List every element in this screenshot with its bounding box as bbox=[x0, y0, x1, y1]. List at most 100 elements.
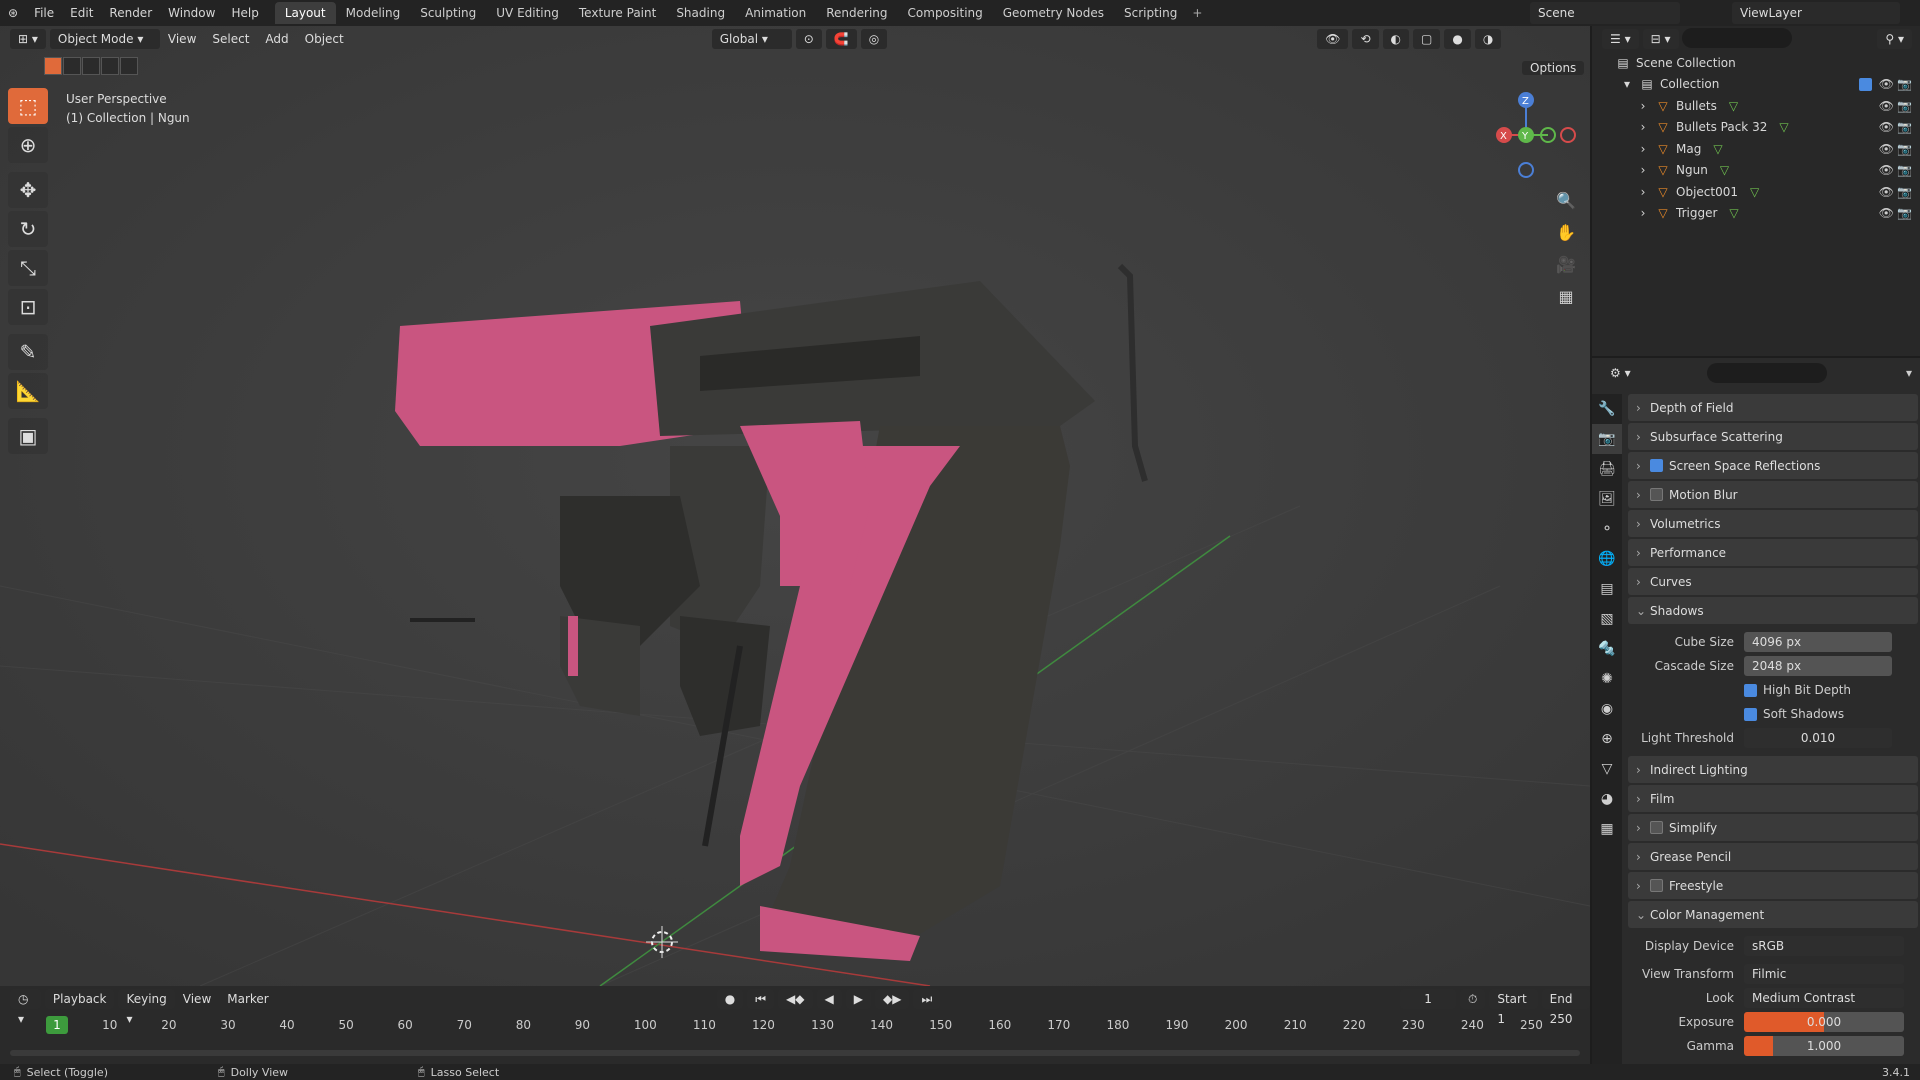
tab-rendering[interactable]: Rendering bbox=[816, 2, 897, 24]
orientation-selector[interactable]: Global ▾ bbox=[711, 29, 792, 49]
jump-start-icon[interactable]: ⏮ bbox=[747, 989, 775, 1009]
panel-curves[interactable]: › Curves bbox=[1628, 568, 1918, 595]
cursor-icon[interactable]: ⊕ bbox=[8, 127, 48, 163]
mesh-data-icon[interactable]: ▽ bbox=[1779, 120, 1788, 134]
xray-icon[interactable]: ▢ bbox=[1413, 29, 1441, 49]
tool-tab-icon[interactable]: 🔧 bbox=[1592, 394, 1622, 424]
panel-indirect-lighting[interactable]: › Indirect Lighting bbox=[1628, 756, 1918, 783]
blender-logo-icon[interactable]: ⊛ bbox=[0, 0, 26, 26]
panel-grease-pencil[interactable]: › Grease Pencil bbox=[1628, 843, 1918, 870]
texture-tab-icon[interactable]: ▦ bbox=[1592, 814, 1622, 844]
view-layer-selector[interactable]: ViewLayer bbox=[1732, 2, 1900, 24]
scale-icon[interactable]: ⤡ bbox=[8, 250, 48, 286]
data-tab-icon[interactable]: ▽ bbox=[1592, 754, 1622, 784]
play-icon[interactable]: ▶ bbox=[845, 989, 871, 1009]
render-tab-icon[interactable]: 📷 bbox=[1592, 424, 1622, 454]
material-tab-icon[interactable]: ◕ bbox=[1592, 784, 1622, 814]
tab-sculpting[interactable]: Sculpting bbox=[410, 2, 486, 24]
3d-viewport[interactable] bbox=[0, 26, 1590, 986]
timeline-view-menu[interactable]: View bbox=[175, 989, 219, 1009]
world-tab-icon[interactable]: 🌐 bbox=[1592, 544, 1622, 574]
freestyle-checkbox[interactable] bbox=[1650, 879, 1663, 892]
menu-view[interactable]: View bbox=[160, 29, 204, 49]
select-subtract-icon[interactable] bbox=[82, 57, 100, 75]
expand-arrow-icon[interactable]: › bbox=[1636, 185, 1650, 199]
camera-icon[interactable]: 📷 bbox=[1897, 142, 1912, 156]
menu-file[interactable]: File bbox=[26, 0, 62, 26]
cube-size-dropdown[interactable]: 4096 px bbox=[1744, 632, 1892, 652]
tab-scripting[interactable]: Scripting bbox=[1114, 2, 1187, 24]
timeline-editor-icon[interactable]: ◷ ▾ bbox=[10, 989, 41, 1026]
marker-menu[interactable]: Marker bbox=[219, 989, 276, 1009]
expand-arrow-icon[interactable]: › bbox=[1636, 142, 1650, 156]
editor-type-icon[interactable]: ⊞ ▾ bbox=[10, 29, 46, 49]
camera-icon[interactable]: 📷 bbox=[1897, 77, 1912, 91]
end-frame-field[interactable]: End 250 bbox=[1541, 989, 1590, 1026]
menu-object[interactable]: Object bbox=[297, 29, 352, 49]
outliner-item[interactable]: › ▽ Bullets Pack 32 ▽ 👁 📷 bbox=[1592, 117, 1920, 139]
mesh-data-icon[interactable]: ▽ bbox=[1729, 99, 1738, 113]
particles-tab-icon[interactable]: ✺ bbox=[1592, 664, 1622, 694]
collection-checkbox[interactable] bbox=[1859, 77, 1872, 91]
object-tab-icon[interactable]: ▧ bbox=[1592, 604, 1622, 634]
outliner-item[interactable]: › ▽ Object001 ▽ 👁 📷 bbox=[1592, 181, 1920, 203]
proportional-edit-icon[interactable]: ◎ bbox=[860, 29, 888, 49]
outliner-search-input[interactable] bbox=[1682, 28, 1792, 48]
scene-selector[interactable]: Scene bbox=[1530, 2, 1680, 24]
eye-icon[interactable]: 👁 bbox=[1879, 77, 1894, 91]
panel-performance[interactable]: › Performance bbox=[1628, 539, 1918, 566]
menu-render[interactable]: Render bbox=[101, 0, 160, 26]
outliner-item[interactable]: › ▽ Bullets ▽ 👁 📷 bbox=[1592, 95, 1920, 117]
frame-cursor[interactable]: 1 bbox=[46, 1016, 68, 1034]
menu-add[interactable]: Add bbox=[257, 29, 296, 49]
mesh-data-icon[interactable]: ▽ bbox=[1720, 163, 1729, 177]
light-threshold-field[interactable]: 0.010 bbox=[1744, 728, 1892, 748]
add-cube-icon[interactable]: ▣ bbox=[8, 418, 48, 454]
add-workspace-button[interactable]: + bbox=[1187, 6, 1207, 20]
panel-depth-of-field[interactable]: › Depth of Field bbox=[1628, 394, 1918, 421]
motion-blur-checkbox[interactable] bbox=[1650, 488, 1663, 501]
keying-menu[interactable]: Keying ▾ bbox=[118, 989, 175, 1026]
cascade-size-dropdown[interactable]: 2048 px bbox=[1744, 656, 1892, 676]
camera-icon[interactable]: 📷 bbox=[1897, 163, 1912, 177]
expand-arrow-icon[interactable]: ▾ bbox=[1620, 77, 1634, 91]
camera-icon[interactable]: 📷 bbox=[1897, 185, 1912, 199]
mode-selector[interactable]: Object Mode ▾ bbox=[49, 29, 160, 49]
tab-texture-paint[interactable]: Texture Paint bbox=[569, 2, 666, 24]
eye-icon[interactable]: 👁 bbox=[1879, 206, 1894, 220]
simplify-checkbox[interactable] bbox=[1650, 821, 1663, 834]
panel-freestyle[interactable]: › Freestyle bbox=[1628, 872, 1918, 899]
expand-arrow-icon[interactable]: › bbox=[1636, 206, 1650, 220]
menu-window[interactable]: Window bbox=[160, 0, 223, 26]
ssr-checkbox[interactable] bbox=[1650, 459, 1663, 472]
properties-search-input[interactable] bbox=[1706, 363, 1827, 383]
select-box-icon[interactable]: ⬚ bbox=[8, 88, 48, 124]
annotate-icon[interactable]: ✎ bbox=[8, 334, 48, 370]
menu-help[interactable]: Help bbox=[223, 0, 266, 26]
pan-hand-icon[interactable]: ✋ bbox=[1552, 218, 1580, 246]
panel-simplify[interactable]: › Simplify bbox=[1628, 814, 1918, 841]
output-tab-icon[interactable]: 🖨 bbox=[1592, 454, 1622, 484]
grid-perspective-icon[interactable]: ▦ bbox=[1552, 282, 1580, 310]
overlay-toggle-icon[interactable]: ◐ bbox=[1382, 29, 1410, 49]
display-device-dropdown[interactable]: sRGB bbox=[1744, 936, 1904, 956]
properties-options-icon[interactable]: ▾ bbox=[1906, 366, 1912, 380]
tab-animation[interactable]: Animation bbox=[735, 2, 816, 24]
tab-layout[interactable]: Layout bbox=[274, 2, 336, 24]
expand-arrow-icon[interactable]: › bbox=[1636, 163, 1650, 177]
menu-select[interactable]: Select bbox=[204, 29, 257, 49]
panel-screen-space-reflections[interactable]: › Screen Space Reflections bbox=[1628, 452, 1918, 479]
select-invert-icon[interactable] bbox=[101, 57, 119, 75]
eye-icon[interactable]: 👁 bbox=[1879, 99, 1894, 113]
camera-icon[interactable]: 📷 bbox=[1897, 99, 1912, 113]
collection-row[interactable]: ▾ ▤ Collection 👁 📷 bbox=[1592, 74, 1920, 96]
shading-solid-icon[interactable]: ● bbox=[1444, 29, 1471, 49]
tab-compositing[interactable]: Compositing bbox=[898, 2, 993, 24]
eye-icon[interactable]: 👁 bbox=[1879, 142, 1894, 156]
pivot-icon[interactable]: ⊙ bbox=[795, 29, 822, 49]
jump-key-forward-icon[interactable]: ◆▶ bbox=[874, 989, 910, 1009]
playback-menu[interactable]: Playback ▾ bbox=[44, 989, 115, 1026]
jump-end-icon[interactable]: ⏭ bbox=[913, 989, 941, 1009]
select-extend-icon[interactable] bbox=[63, 57, 81, 75]
panel-motion-blur[interactable]: › Motion Blur bbox=[1628, 481, 1918, 508]
